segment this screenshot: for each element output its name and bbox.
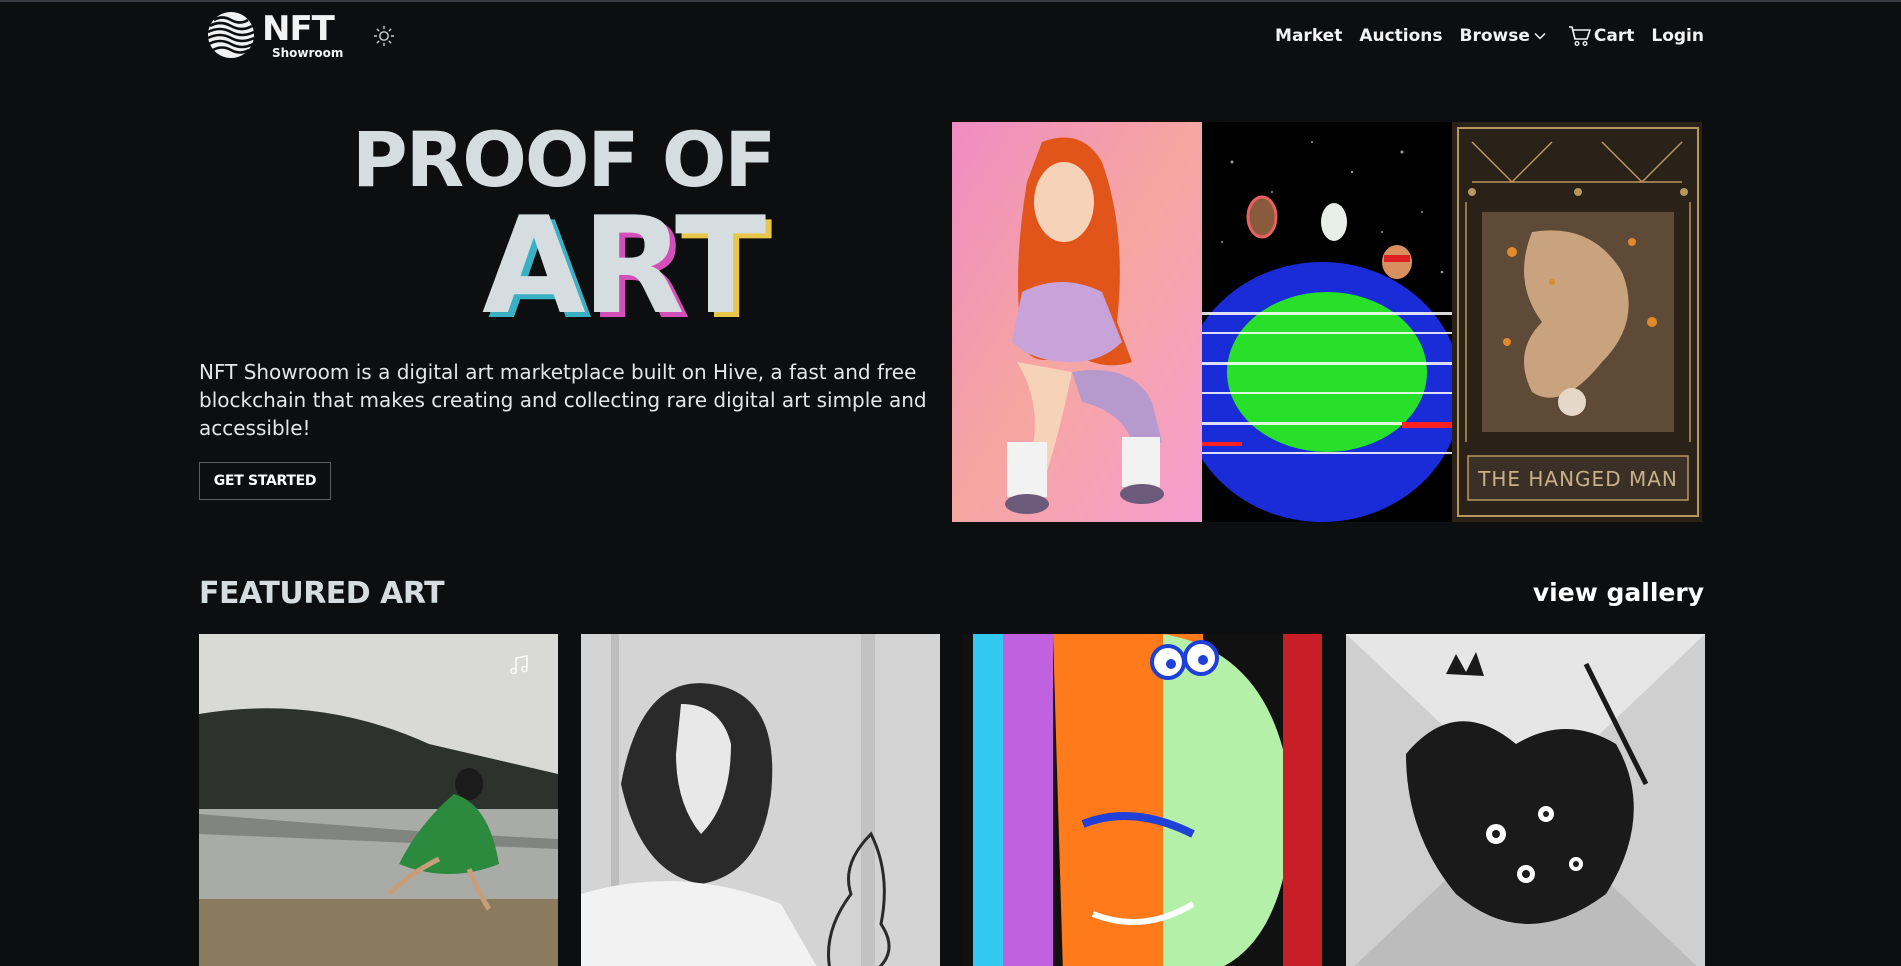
old-man-ink-artwork[interactable] bbox=[581, 634, 940, 966]
hero-title-letter-r: R bbox=[581, 188, 679, 344]
nav-browse-dropdown[interactable]: Browse bbox=[1460, 26, 1546, 46]
chevron-down-icon bbox=[1534, 32, 1546, 40]
logo-title: NFT bbox=[262, 9, 335, 49]
nav-browse-label: Browse bbox=[1459, 26, 1530, 46]
top-nav: NFT Showroom Market Auctions Browse Cart… bbox=[200, 8, 1704, 64]
cart-icon bbox=[1568, 26, 1591, 47]
glitch-planet-artwork[interactable] bbox=[1202, 122, 1452, 522]
red-haired-girl-artwork[interactable] bbox=[952, 122, 1202, 522]
view-gallery-link[interactable]: view gallery bbox=[1533, 578, 1704, 607]
nav-cart-link[interactable]: Cart bbox=[1568, 25, 1634, 47]
music-note-icon bbox=[510, 655, 528, 675]
dancer-by-lake-artwork[interactable] bbox=[199, 634, 558, 966]
hero-title-letter-t: T bbox=[674, 188, 766, 344]
nav-auctions-label: Auctions bbox=[1359, 26, 1443, 46]
top-border bbox=[0, 0, 1901, 2]
nav-market-label: Market bbox=[1275, 26, 1343, 46]
sun-icon bbox=[373, 25, 395, 47]
globe-logo-icon bbox=[207, 12, 255, 58]
nav-cart-label: Cart bbox=[1593, 26, 1635, 46]
nav-login-label: Login bbox=[1651, 26, 1704, 46]
nav-auctions-link[interactable]: Auctions bbox=[1359, 26, 1442, 46]
colorful-monster-artwork[interactable] bbox=[963, 634, 1322, 966]
hero-description: NFT Showroom is a digital art marketplac… bbox=[199, 360, 927, 440]
hero-image-strip: THE HANGED MAN bbox=[952, 122, 1704, 522]
get-started-button[interactable]: GET STARTED bbox=[199, 462, 331, 500]
nav-links: Market Auctions Browse Cart Login bbox=[1258, 22, 1704, 50]
theme-toggle-button[interactable] bbox=[372, 24, 396, 48]
nav-login-link[interactable]: Login bbox=[1651, 26, 1704, 46]
nav-market-link[interactable]: Market bbox=[1275, 26, 1342, 46]
hanged-man-caption: THE HANGED MAN bbox=[1477, 467, 1678, 491]
logo-link[interactable]: NFT Showroom bbox=[206, 10, 346, 62]
featured-art-heading: FEATURED ART bbox=[199, 576, 445, 611]
featured-cards bbox=[199, 634, 1705, 966]
logo-subtitle: Showroom bbox=[272, 46, 344, 60]
wolves-engraving-artwork[interactable] bbox=[1346, 634, 1705, 966]
hero-title-letter-a: A bbox=[482, 188, 586, 344]
hero-title-line2: ART bbox=[482, 196, 766, 336]
hanged-man-tarot-artwork[interactable]: THE HANGED MAN bbox=[1452, 122, 1702, 522]
